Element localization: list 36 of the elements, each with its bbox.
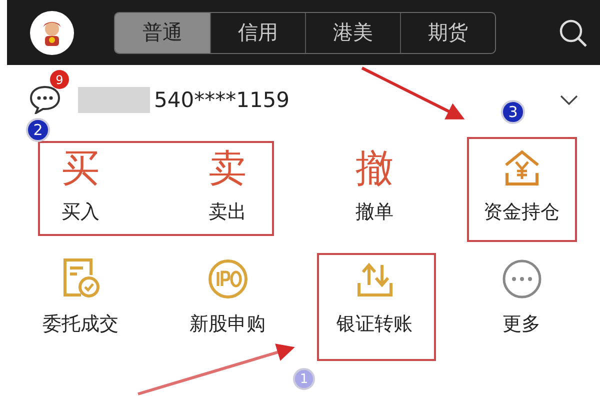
action-item[interactable]: 委托成交 <box>7 247 154 359</box>
tab[interactable]: 信用 <box>210 12 305 52</box>
account-number: 540****1159 <box>154 88 290 112</box>
transfer-arrows-icon <box>354 261 394 299</box>
action-glyph: 买 <box>62 149 100 187</box>
ipo-icon <box>208 259 248 299</box>
tab[interactable]: 期货 <box>400 12 495 52</box>
action-item[interactable]: 新股申购 <box>154 247 301 359</box>
action-item[interactable]: 资金持仓 <box>448 135 595 247</box>
action-label: 更多 <box>502 312 540 337</box>
search-icon[interactable] <box>558 18 588 48</box>
avatar-icon[interactable] <box>30 10 74 54</box>
action-item[interactable]: 卖 卖出 <box>154 135 301 247</box>
tab[interactable]: 港美 <box>305 12 400 52</box>
action-item[interactable]: 更多 <box>448 247 595 359</box>
chevron-down-icon[interactable] <box>560 95 578 105</box>
message-count-badge: 9 <box>50 70 69 89</box>
document-check-icon <box>60 257 100 299</box>
action-label: 买入 <box>62 200 100 225</box>
step-marker: 1 <box>293 368 315 390</box>
action-item[interactable]: 撤 撤单 <box>301 135 448 247</box>
action-label: 委托成交 <box>42 312 118 337</box>
action-label: 卖出 <box>208 200 246 225</box>
action-glyph: 撤 <box>356 149 394 187</box>
action-glyph: 卖 <box>208 149 246 187</box>
action-label: 银证转账 <box>336 312 412 337</box>
more-icon <box>502 259 542 299</box>
action-label: 新股申购 <box>190 312 266 337</box>
step-marker: 3 <box>501 100 525 124</box>
action-item[interactable]: 银证转账 <box>301 247 448 359</box>
action-label: 撤单 <box>356 200 394 225</box>
step-marker: 2 <box>26 118 50 142</box>
message-icon[interactable] <box>28 84 62 114</box>
blurred-name <box>78 87 150 113</box>
tab[interactable]: 普通 <box>115 12 210 52</box>
action-label: 资金持仓 <box>484 200 560 225</box>
